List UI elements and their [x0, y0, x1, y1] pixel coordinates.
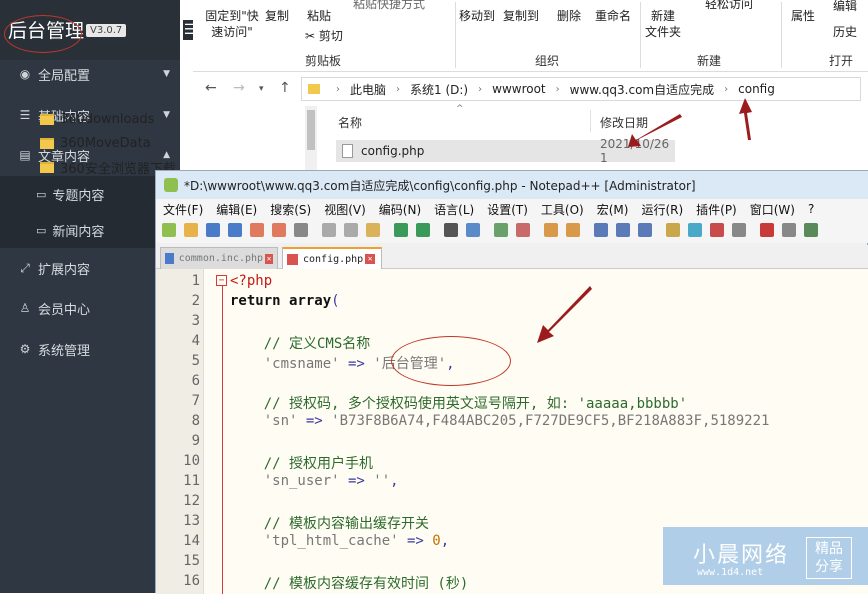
arrow-to-file-icon [628, 114, 682, 147]
badge-line: 精品 [815, 541, 843, 557]
watermark-badge: 精品 分享 [806, 537, 852, 579]
annotation-arrows [537, 98, 752, 343]
arrow-to-config-icon [739, 98, 752, 140]
watermark-url: www.1d4.net [697, 567, 764, 578]
watermark-title: 小晨网络 [693, 543, 790, 568]
badge-line: 分享 [815, 559, 843, 575]
watermark: 小晨网络 www.1d4.net 精品 分享 [663, 527, 868, 585]
arrow-to-cmsname-icon [537, 286, 592, 343]
